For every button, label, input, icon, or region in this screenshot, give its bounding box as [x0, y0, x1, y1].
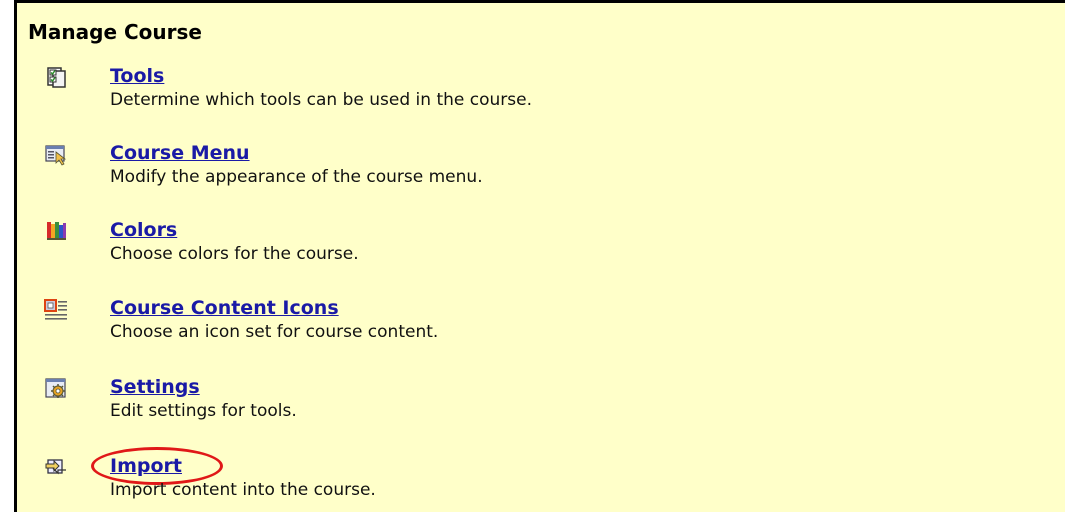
settings-description: Edit settings for tools. [110, 401, 297, 421]
course-content-icons-link[interactable]: Course Content Icons [110, 297, 339, 319]
list-item-colors: Colors Choose colors for the course. [17, 219, 1057, 289]
list-item-settings: Settings Edit settings for tools. [17, 376, 1057, 446]
colors-link[interactable]: Colors [110, 219, 177, 241]
list-item-import: Import Import content into the course. [17, 447, 1057, 525]
import-description: Import content into the course. [110, 480, 376, 500]
list-item-course-menu: Course Menu Modify the appearance of the… [17, 142, 1057, 212]
settings-gear-icon [44, 376, 68, 400]
list-item-tools: Tools Determine which tools can be used … [17, 65, 1057, 135]
tools-checklist-icon [44, 65, 68, 89]
tools-description: Determine which tools can be used in the… [110, 90, 532, 110]
course-content-icons-description: Choose an icon set for course content. [110, 322, 439, 342]
course-menu-icon [44, 142, 68, 166]
course-menu-link[interactable]: Course Menu [110, 142, 250, 164]
section-heading: Manage Course [28, 20, 202, 44]
import-arrows-icon [44, 455, 68, 479]
colors-icon [44, 219, 68, 243]
course-menu-description: Modify the appearance of the course menu… [110, 167, 483, 187]
content-icons-icon [44, 297, 68, 321]
tools-link[interactable]: Tools [110, 65, 164, 87]
manage-course-panel: Manage Course Tools Determine which tool… [14, 0, 1065, 512]
import-link[interactable]: Import [110, 455, 182, 477]
settings-link[interactable]: Settings [110, 376, 200, 398]
list-item-course-content-icons: Course Content Icons Choose an icon set … [17, 297, 1057, 367]
colors-description: Choose colors for the course. [110, 244, 359, 264]
